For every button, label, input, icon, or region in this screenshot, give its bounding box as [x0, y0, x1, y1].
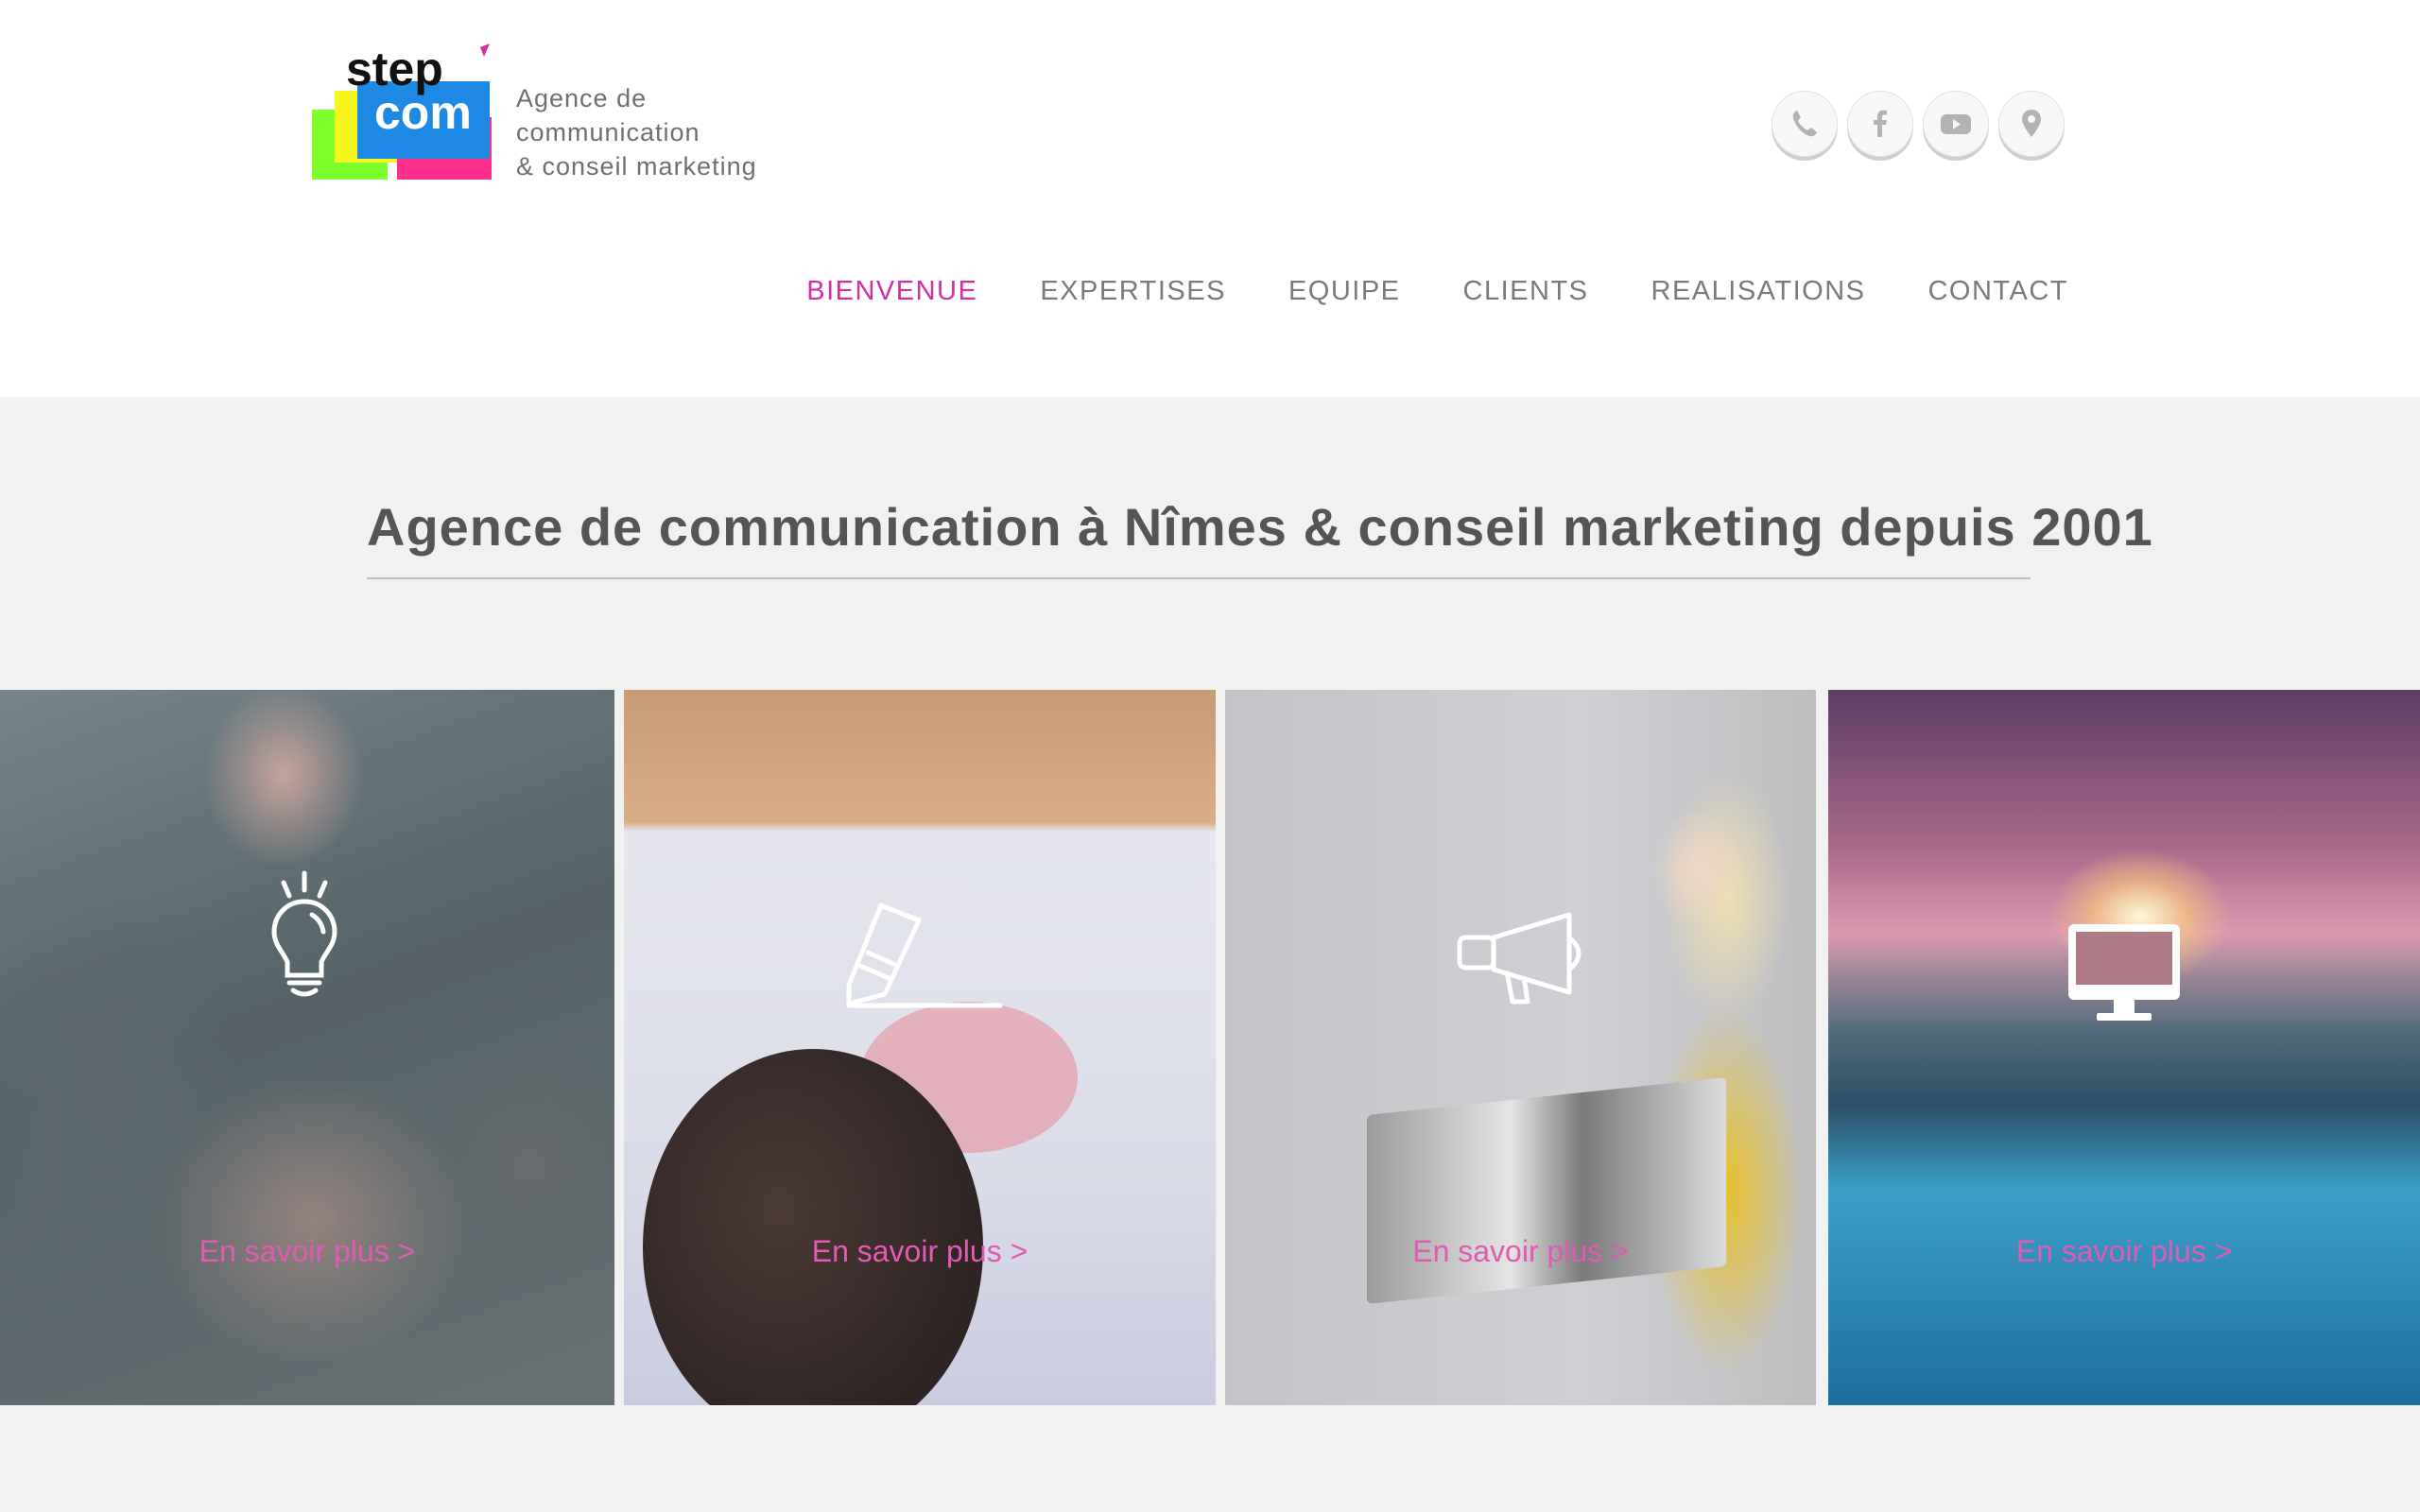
panel-idea[interactable]: En savoir plus >	[0, 690, 614, 1405]
panel-creation[interactable]: En savoir plus >	[624, 690, 1216, 1405]
learn-more-link[interactable]: En savoir plus >	[1225, 1234, 1816, 1269]
map-pin-icon	[2022, 110, 2041, 137]
facebook-icon	[1874, 110, 1887, 137]
tagline-line: Agence de	[516, 84, 648, 112]
nav-item-clients[interactable]: CLIENTS	[1463, 276, 1589, 307]
youtube-button[interactable]	[1923, 91, 1989, 157]
nav-item-equipe[interactable]: EQUIPE	[1288, 276, 1401, 307]
nav-item-realisations[interactable]: REALISATIONS	[1651, 276, 1866, 307]
lightbulb-icon	[271, 870, 337, 997]
headline-divider	[367, 577, 2031, 579]
youtube-icon	[1941, 114, 1971, 134]
phone-icon	[1792, 111, 1817, 137]
tagline-line: communication	[516, 118, 700, 146]
monitor-icon	[2068, 924, 2180, 1021]
site-header: step com Agence de communication & conse…	[0, 0, 2420, 397]
learn-more-link[interactable]: En savoir plus >	[0, 1234, 614, 1269]
map-button[interactable]	[1998, 91, 2065, 157]
page-headline: Agence de communication à Nîmes & consei…	[367, 497, 2153, 557]
stepcom-logo[interactable]: step com	[310, 43, 495, 181]
facebook-button[interactable]	[1847, 91, 1913, 157]
social-bar	[1772, 91, 2065, 157]
nav-item-contact[interactable]: CONTACT	[1927, 276, 2068, 307]
learn-more-link[interactable]: En savoir plus >	[624, 1234, 1216, 1269]
page-footer-area	[0, 1405, 2420, 1512]
megaphone-icon	[1457, 912, 1582, 1005]
panel-communication[interactable]: En savoir plus >	[1225, 690, 1816, 1405]
nav-item-bienvenue[interactable]: BIENVENUE	[806, 276, 977, 307]
panel-digital[interactable]: En savoir plus >	[1828, 690, 2420, 1405]
panel-background-image	[1828, 690, 2420, 1405]
pencil-icon	[846, 902, 1003, 1008]
svg-text:com: com	[374, 86, 472, 139]
learn-more-link[interactable]: En savoir plus >	[1828, 1234, 2420, 1269]
phone-button[interactable]	[1772, 91, 1838, 157]
nav-item-expertises[interactable]: EXPERTISES	[1040, 276, 1226, 307]
main-nav: BIENVENUE EXPERTISES EQUIPE CLIENTS REAL…	[806, 276, 2068, 307]
logo-tagline: Agence de communication & conseil market…	[516, 81, 757, 183]
tagline-line: & conseil marketing	[516, 152, 757, 180]
